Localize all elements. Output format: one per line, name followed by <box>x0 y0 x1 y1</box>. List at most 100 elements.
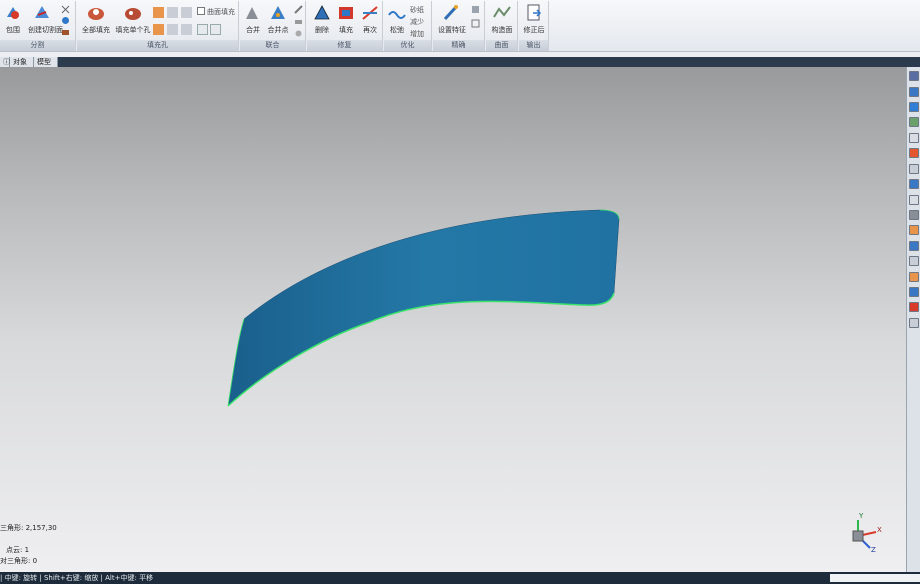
fill-single-label: 填充单个孔 <box>115 26 151 34</box>
align-icon[interactable] <box>909 256 919 266</box>
fill-flat-icon[interactable] <box>181 7 192 18</box>
ribbon-group-fill-holes: 全部填充 填充单个孔 曲面填充 填充孔 <box>77 1 239 51</box>
merge-points-button[interactable]: 合并点 <box>266 3 290 35</box>
enclose-button[interactable]: 包围 <box>2 3 24 35</box>
group-caption-output: 输出 <box>519 40 548 51</box>
surface-fill-checkbox[interactable] <box>197 7 205 15</box>
tab-info[interactable]: ⓘ <box>0 57 10 67</box>
next-hole-button[interactable] <box>210 24 221 35</box>
feature-list-icon[interactable] <box>471 5 480 14</box>
enclose-label: 包围 <box>6 26 20 34</box>
axis-z-label: Z <box>871 546 876 554</box>
delete-button[interactable]: 删除 <box>311 3 333 35</box>
panel-tab-bar: ⓘ 对象 模型 <box>0 57 920 67</box>
delete-label: 删除 <box>315 26 329 34</box>
axis-x-label: X <box>877 526 882 534</box>
selected-triangles-count: 对三角形: 0 <box>0 557 38 565</box>
settings-icon[interactable] <box>909 318 919 328</box>
status-bar: | 中键: 旋转 | Shift+右键: 缩放 | Alt+中键: 平移 <box>0 572 920 584</box>
ribbon-group-optimize: 松弛 砂纸 减少 增加 优化 <box>384 1 432 51</box>
tab-objects[interactable]: 对象 <box>10 57 34 67</box>
group-caption-precise: 精确 <box>433 40 484 51</box>
view-shade-icon[interactable] <box>909 117 919 127</box>
construct-surface-button[interactable]: 构造面 <box>488 3 516 35</box>
lock-icon[interactable] <box>909 225 919 235</box>
fill-bridge-icon[interactable] <box>153 24 164 35</box>
triangle-count: 三角形: 2,157,30 <box>0 524 57 532</box>
reduce-item[interactable]: 减少 <box>410 17 424 27</box>
transform-icon[interactable] <box>909 241 919 251</box>
fill-tangent-icon[interactable] <box>167 7 178 18</box>
ribbon-group-precise: 设置特征 精确 <box>433 1 485 51</box>
layer-icon[interactable] <box>909 164 919 174</box>
tab-model[interactable]: 模型 <box>34 57 58 67</box>
group-caption-repair: 修复 <box>307 40 382 51</box>
mouse-hint-text: | 中键: 旋转 | Shift+右键: 缩放 | Alt+中键: 平移 <box>0 574 154 582</box>
merge-points-icon <box>271 6 285 19</box>
point-cloud-count: 点云: 1 <box>6 546 30 554</box>
group-caption-split: 分割 <box>0 40 75 51</box>
ribbon-group-repair: 删除 填充 再次 修复 <box>307 1 383 51</box>
merge-button[interactable]: 合并 <box>242 3 264 35</box>
ribbon-group-merge: 合并 合并点 联合 <box>240 1 306 51</box>
axis-triad[interactable]: Y X Z <box>846 512 886 557</box>
zoom-icon[interactable] <box>909 133 919 143</box>
after-correction-label: 修正后 <box>523 26 545 34</box>
box-icon[interactable] <box>61 28 70 37</box>
scissors-icon[interactable] <box>61 5 70 14</box>
texture-icon[interactable] <box>909 302 919 312</box>
color-icon[interactable] <box>909 148 919 158</box>
merge-label: 合并 <box>246 26 260 34</box>
fill-all-button[interactable]: 全部填充 <box>81 3 111 35</box>
pencil-icon[interactable] <box>294 5 303 14</box>
render-icon[interactable] <box>909 272 919 282</box>
axis-triad-icon <box>852 520 877 549</box>
measure-icon[interactable] <box>909 195 919 205</box>
merge-icon <box>246 7 258 19</box>
construct-surface-label: 构造面 <box>491 26 513 34</box>
fill-button[interactable]: 填充 <box>335 3 357 35</box>
3d-viewport[interactable]: 三角形: 2,157,30 点云: 1 对三角形: 0 Y X Z <box>0 67 906 572</box>
brush-icon[interactable] <box>294 29 303 38</box>
fill-icon <box>339 7 353 19</box>
after-correction-button[interactable]: 修正后 <box>521 3 547 35</box>
group-caption-merge: 联合 <box>240 40 305 51</box>
sandpaper-item[interactable]: 砂纸 <box>410 5 424 15</box>
create-cut-plane-button[interactable]: 创建切割面 <box>28 3 63 35</box>
light-icon[interactable] <box>909 287 919 297</box>
surface-fill-option-label: 曲面填充 <box>207 8 235 16</box>
fill-single-hole-button[interactable]: 填充单个孔 <box>115 3 151 35</box>
fill-single-icon <box>125 8 141 20</box>
again-button[interactable]: 再次 <box>359 3 381 35</box>
eraser-icon[interactable] <box>294 17 303 26</box>
view-toolbar <box>906 67 920 572</box>
ribbon-group-split: 包围 创建切割面 分割 <box>0 1 76 51</box>
fill-label: 填充 <box>339 26 353 34</box>
again-label: 再次 <box>363 26 377 34</box>
feature-table-icon[interactable] <box>471 19 480 28</box>
view-rotate-icon[interactable] <box>909 87 919 97</box>
progress-box <box>830 574 920 582</box>
group-caption-optimize: 优化 <box>384 40 431 51</box>
create-cut-plane-label: 创建切割面 <box>28 26 63 34</box>
cut-plane-icon <box>35 6 49 18</box>
relax-button[interactable]: 松弛 <box>386 3 408 35</box>
select-icon[interactable] <box>909 179 919 189</box>
fill-edge-icon[interactable] <box>167 24 178 35</box>
section-icon[interactable] <box>909 210 919 220</box>
ribbon-group-output: 修正后 输出 <box>519 1 549 51</box>
enclose-icon <box>7 7 19 19</box>
view-fit-icon[interactable] <box>909 102 919 112</box>
prev-hole-button[interactable] <box>197 24 208 35</box>
export-icon <box>527 4 542 21</box>
fill-all-icon <box>88 8 104 20</box>
sphere-icon[interactable] <box>61 16 70 25</box>
set-feature-button[interactable]: 设置特征 <box>435 3 469 35</box>
increase-item[interactable]: 增加 <box>410 29 424 39</box>
merge-points-label: 合并点 <box>267 26 289 34</box>
fill-curvature-icon[interactable] <box>153 7 164 18</box>
scan-surface-model[interactable] <box>0 67 906 572</box>
fill-partial-icon[interactable] <box>181 24 192 35</box>
view-front-icon[interactable] <box>909 71 919 81</box>
group-caption-fill-holes: 填充孔 <box>77 40 238 51</box>
